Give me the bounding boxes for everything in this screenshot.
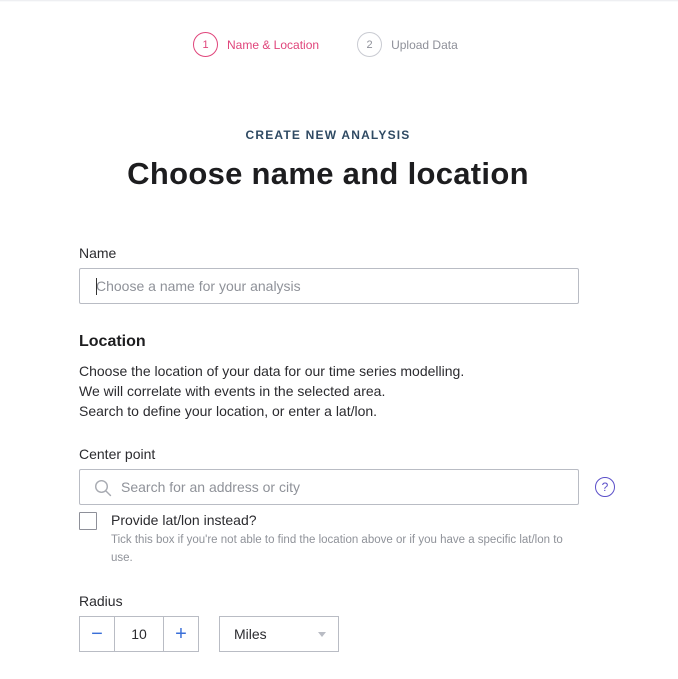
step-number: 1 xyxy=(193,32,218,57)
description-line: We will correlate with events in the sel… xyxy=(79,383,386,399)
radius-value[interactable]: 10 xyxy=(114,617,164,651)
description-line: Search to define your location, or enter… xyxy=(79,403,378,419)
location-title: Location xyxy=(79,333,146,350)
step-number: 2 xyxy=(357,32,383,57)
location-description: Choose the location of your data for our… xyxy=(79,361,464,421)
center-point-wrapper xyxy=(79,469,579,505)
decrement-button[interactable]: − xyxy=(80,617,114,651)
help-icon[interactable]: ? xyxy=(595,477,615,497)
top-shadow xyxy=(0,0,678,2)
radius-label: Radius xyxy=(79,593,123,609)
latlon-hint: Tick this box if you're not able to find… xyxy=(111,534,563,564)
increment-button[interactable]: + xyxy=(164,617,198,651)
page-title: Choose name and location xyxy=(127,156,529,191)
text-caret xyxy=(96,278,97,295)
description-line: Choose the location of your data for our… xyxy=(79,363,465,379)
radius-stepper: − 10 + xyxy=(79,616,199,652)
center-point-search-input[interactable] xyxy=(80,470,578,504)
step-upload-data[interactable]: 2 Upload Data xyxy=(357,32,458,57)
name-input-wrapper xyxy=(79,268,579,304)
radius-unit-value: Miles xyxy=(234,626,267,642)
step-label: Name & Location xyxy=(227,37,320,52)
name-input[interactable] xyxy=(80,269,578,303)
search-icon xyxy=(94,479,112,497)
latlon-checkbox[interactable] xyxy=(79,512,97,530)
center-point-label: Center point xyxy=(79,446,156,462)
name-label: Name xyxy=(79,245,117,261)
step-label: Upload Data xyxy=(391,37,458,52)
radius-unit-select[interactable]: Miles xyxy=(219,616,339,652)
step-name-location[interactable]: 1 Name & Location xyxy=(193,32,319,57)
latlon-checkbox-label[interactable]: Provide lat/lon instead? xyxy=(111,512,257,528)
chevron-down-icon xyxy=(318,632,326,637)
wizard-stepper: 1 Name & Location 2 Upload Data xyxy=(193,32,458,57)
page-eyebrow: CREATE NEW ANALYSIS xyxy=(245,128,411,142)
